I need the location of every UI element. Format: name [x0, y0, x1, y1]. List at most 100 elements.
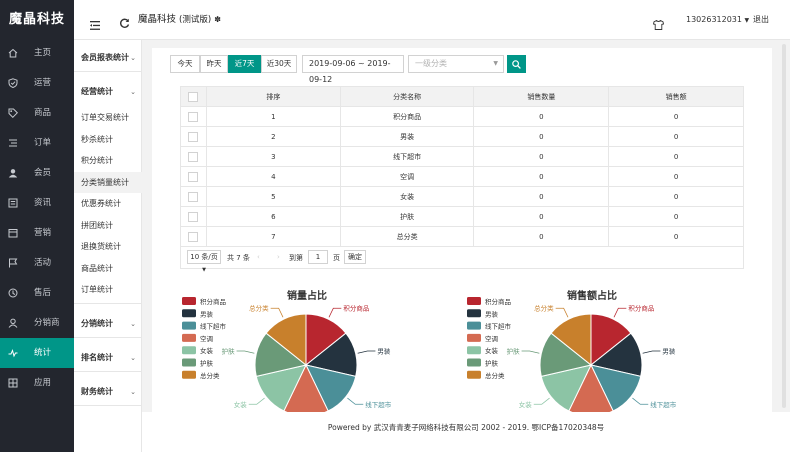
col-header-amount[interactable]: 销售额 [608, 86, 744, 107]
sidebar-item-5[interactable]: 资讯 [0, 188, 74, 218]
legend-swatch[interactable] [467, 370, 481, 379]
legend-swatch[interactable] [182, 309, 196, 318]
table-row[interactable]: 7 总分类 0 0 [180, 226, 744, 247]
submenu-divider [74, 370, 142, 372]
submenu-item[interactable]: 分类销量统计 [74, 171, 142, 193]
legend-label[interactable]: 空调 [485, 334, 498, 343]
submenu-group-3[interactable]: 排名统计 ⌄ [74, 345, 142, 371]
row-checkbox[interactable] [188, 211, 199, 222]
legend-swatch[interactable] [467, 321, 481, 330]
submenu-item[interactable]: 积分统计 [74, 150, 142, 171]
page-number-input[interactable]: 1 [308, 250, 328, 264]
logout-link[interactable]: 退出 [753, 0, 769, 40]
submenu-item[interactable]: 商品统计 [74, 258, 142, 279]
row-select-cell [180, 206, 207, 227]
category-select[interactable]: 一级分类 ▼ [408, 55, 504, 73]
legend-label[interactable]: 总分类 [485, 371, 505, 380]
table-row[interactable]: 3 线下超市 0 0 [180, 146, 744, 167]
quick-range-button[interactable]: 近30天 [261, 55, 297, 73]
row-checkbox[interactable] [188, 111, 199, 122]
quick-range-button[interactable]: 近7天 [228, 55, 261, 73]
quick-range-button[interactable]: 昨天 [200, 55, 228, 73]
legend-swatch[interactable] [182, 358, 196, 367]
submenu-group-0[interactable]: 会员报表统计 ⌄ [74, 45, 142, 71]
submenu-item[interactable]: 秒杀统计 [74, 129, 142, 150]
sidebar-item-7[interactable]: 活动 [0, 248, 74, 278]
sidebar-item-8[interactable]: 售后 [0, 278, 74, 308]
table-cell: 0 [473, 146, 610, 167]
submenu-group-1[interactable]: 经营统计 ⌄ [74, 79, 142, 105]
legend-swatch[interactable] [182, 346, 196, 355]
sidebar-item-6[interactable]: 营销 [0, 218, 74, 248]
sidebar-item-11[interactable]: 应用 [0, 368, 74, 398]
menu-toggle-icon[interactable] [90, 15, 100, 34]
legend-label[interactable]: 男装 [485, 309, 499, 318]
legend-label[interactable]: 男装 [200, 309, 214, 318]
legend-swatch[interactable] [467, 297, 481, 305]
row-checkbox[interactable] [188, 131, 199, 142]
select-all-checkbox[interactable] [188, 91, 199, 102]
top-bar: 魔晶科技 (测试版) ✽ 13026312031 ▼ 退出 [74, 0, 790, 40]
submenu-group-4[interactable]: 财务统计 ⌄ [74, 379, 142, 405]
user-menu[interactable]: 13026312031 ▼ [686, 0, 749, 41]
quick-range-button[interactable]: 今天 [170, 55, 200, 73]
settings-gear-icon[interactable]: ✽ [214, 15, 221, 24]
legend-swatch[interactable] [467, 333, 481, 342]
legend-swatch[interactable] [182, 321, 196, 330]
table-cell: 总分类 [339, 226, 475, 247]
submenu-item[interactable]: 退换货统计 [74, 236, 142, 257]
submenu-item[interactable]: 拼团统计 [74, 215, 142, 236]
submenu-item[interactable]: 订单统计 [74, 279, 142, 300]
sidebar-item-1[interactable]: 运营 [0, 68, 74, 98]
prev-page-icon[interactable]: ‹ [257, 253, 260, 261]
row-checkbox[interactable] [188, 231, 199, 242]
legend-swatch[interactable] [467, 358, 481, 367]
refresh-icon[interactable] [119, 14, 130, 33]
legend-label[interactable]: 女装 [485, 346, 499, 355]
legend-swatch[interactable] [182, 333, 196, 342]
table-row[interactable]: 6 护肤 0 0 [180, 206, 744, 227]
legend-label[interactable]: 空调 [200, 334, 213, 343]
col-header-quantity[interactable]: 销售数量 [473, 86, 610, 107]
table-row[interactable]: 4 空调 0 0 [180, 166, 744, 187]
legend-label[interactable]: 积分商品 [200, 297, 226, 306]
legend-swatch[interactable] [467, 309, 481, 318]
theme-shirt-icon[interactable] [652, 15, 665, 34]
legend-swatch[interactable] [182, 370, 196, 379]
sidebar-item-4[interactable]: 会员 [0, 158, 74, 188]
sidebar-item-2[interactable]: 商品 [0, 98, 74, 128]
row-checkbox[interactable] [188, 151, 199, 162]
date-range-input[interactable]: 2019-09-06 ~ 2019-09-12 [302, 55, 404, 84]
sidebar-item-10[interactable]: 统计 [0, 338, 74, 368]
next-page-icon[interactable]: › [277, 253, 280, 261]
slice-label: 护肤 [507, 346, 521, 355]
table-row[interactable]: 1 积分商品 0 0 [180, 106, 744, 127]
legend-label[interactable]: 护肤 [200, 359, 214, 368]
col-header-category[interactable]: 分类名称 [339, 86, 475, 107]
chart-title: 销售额占比 [567, 289, 617, 302]
table-row[interactable]: 5 女装 0 0 [180, 186, 744, 207]
content-scrollbar[interactable] [782, 44, 786, 408]
legend-label[interactable]: 总分类 [200, 371, 220, 380]
legend-label[interactable]: 线下超市 [485, 322, 512, 331]
page-size-select[interactable]: 10 条/页 ▼ [187, 250, 221, 273]
legend-swatch[interactable] [467, 346, 481, 355]
submenu-item[interactable]: 优惠券统计 [74, 193, 142, 214]
sidebar-item-0[interactable]: 主页 [0, 38, 74, 68]
sidebar-item-9[interactable]: 分销商 [0, 308, 74, 338]
legend-label[interactable]: 线下超市 [200, 322, 227, 331]
sidebar-item-3[interactable]: 订单 [0, 128, 74, 158]
legend-label[interactable]: 积分商品 [485, 297, 511, 306]
submenu-group-2[interactable]: 分销统计 ⌄ [74, 311, 142, 337]
table-cell: 线下超市 [339, 146, 475, 167]
goto-confirm-button[interactable]: 确定 [344, 250, 366, 264]
row-checkbox[interactable] [188, 171, 199, 182]
col-header-rank[interactable]: 排序 [205, 86, 341, 107]
legend-label[interactable]: 女装 [200, 346, 214, 355]
submenu-item[interactable]: 订单交易统计 [74, 107, 142, 128]
legend-swatch[interactable] [182, 297, 196, 305]
legend-label[interactable]: 护肤 [485, 359, 499, 368]
table-row[interactable]: 2 男装 0 0 [180, 126, 744, 147]
row-checkbox[interactable] [188, 191, 199, 202]
search-button[interactable] [507, 55, 526, 73]
